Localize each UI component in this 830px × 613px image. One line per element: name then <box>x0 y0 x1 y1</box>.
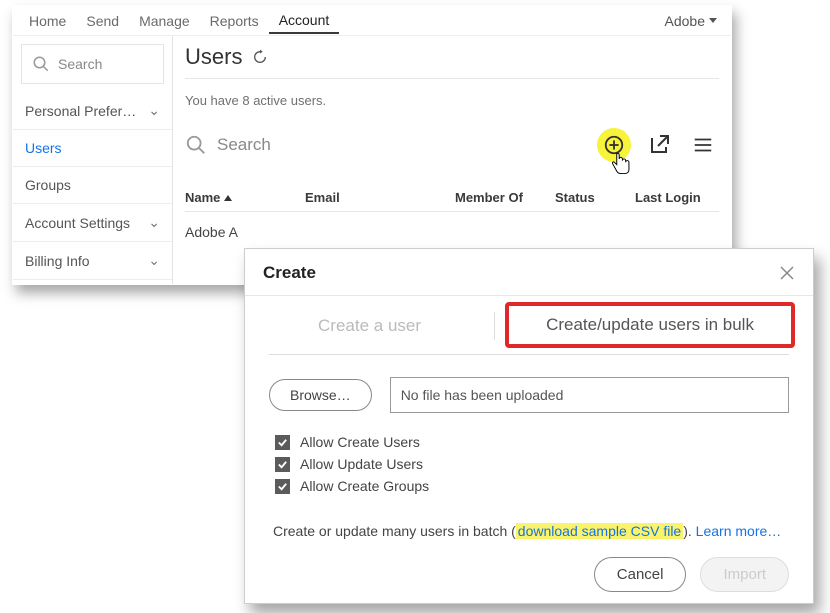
checkbox-checked-icon <box>275 457 290 472</box>
sidebar-item-billing[interactable]: Billing Info ⌄ <box>13 242 172 280</box>
check-label: Allow Create Users <box>300 434 420 450</box>
sidebar-item-users[interactable]: Users <box>13 130 172 167</box>
sidebar-item-preferences[interactable]: Personal Prefer… ⌄ <box>13 92 172 130</box>
table-row[interactable]: Adobe A <box>185 212 719 240</box>
nav-send[interactable]: Send <box>76 9 129 33</box>
sidebar-search[interactable]: Search <box>21 44 164 84</box>
browse-button[interactable]: Browse… <box>269 379 372 411</box>
users-table-header: Name Email Member Of Status Last Login <box>185 190 719 212</box>
users-search-placeholder: Search <box>217 135 271 155</box>
main-panel: Home Send Manage Reports Account Adobe S… <box>12 5 732 285</box>
check-allow-create-groups[interactable]: Allow Create Groups <box>275 475 783 497</box>
tab-bulk-users[interactable]: Create/update users in bulk <box>546 315 754 335</box>
close-button[interactable] <box>779 265 795 281</box>
users-toolbar: Search <box>185 128 719 162</box>
modal-title: Create <box>263 263 316 283</box>
sidebar-item-account-settings[interactable]: Account Settings ⌄ <box>13 204 172 242</box>
content-area: Users You have 8 active users. Search <box>173 36 731 284</box>
chevron-down-icon: ⌄ <box>148 252 160 269</box>
sidebar-item-label: Personal Prefer… <box>25 103 136 119</box>
chevron-down-icon: ⌄ <box>148 102 160 119</box>
tab-create-user[interactable]: Create a user <box>245 306 494 346</box>
sidebar-search-placeholder: Search <box>58 56 102 72</box>
col-name[interactable]: Name <box>185 190 305 205</box>
export-icon <box>647 133 671 157</box>
sidebar: Search Personal Prefer… ⌄ Users Groups A… <box>13 36 173 284</box>
cancel-button[interactable]: Cancel <box>594 557 687 592</box>
page-title: Users <box>185 44 242 70</box>
tab-bulk-highlight: Create/update users in bulk <box>505 302 795 348</box>
checkbox-checked-icon <box>275 479 290 494</box>
sidebar-item-label: Account Settings <box>25 215 130 231</box>
nav-reports[interactable]: Reports <box>200 9 269 33</box>
file-status-box: No file has been uploaded <box>390 377 789 413</box>
check-label: Allow Update Users <box>300 456 423 472</box>
check-allow-create-users[interactable]: Allow Create Users <box>275 431 783 453</box>
search-icon <box>32 55 50 73</box>
check-allow-update-users[interactable]: Allow Update Users <box>275 453 783 475</box>
bulk-info-text: Create or update many users in batch (do… <box>245 507 813 547</box>
active-users-hint: You have 8 active users. <box>185 93 719 108</box>
col-email[interactable]: Email <box>305 190 455 205</box>
sidebar-item-label: Billing Info <box>25 253 90 269</box>
nav-account[interactable]: Account <box>269 8 340 34</box>
nav-manage[interactable]: Manage <box>129 9 200 33</box>
col-status[interactable]: Status <box>555 190 635 205</box>
add-user-button[interactable] <box>597 128 631 162</box>
page-title-row: Users <box>185 44 719 70</box>
col-last-login[interactable]: Last Login <box>635 190 715 205</box>
import-button[interactable]: Import <box>700 557 789 592</box>
cell-name: Adobe A <box>185 224 238 240</box>
sidebar-item-label: Groups <box>25 177 71 193</box>
plus-circle-icon <box>603 134 625 156</box>
check-label: Allow Create Groups <box>300 478 429 494</box>
refresh-icon[interactable] <box>252 49 268 65</box>
brand-menu[interactable]: Adobe <box>657 13 725 29</box>
learn-more-link[interactable]: Learn more… <box>696 523 782 539</box>
col-member-of[interactable]: Member Of <box>455 190 555 205</box>
menu-button[interactable] <box>687 129 719 161</box>
search-icon <box>185 134 207 156</box>
top-nav: Home Send Manage Reports Account Adobe <box>13 6 731 36</box>
nav-home[interactable]: Home <box>19 9 76 33</box>
hamburger-icon <box>692 134 714 156</box>
sidebar-item-groups[interactable]: Groups <box>13 167 172 204</box>
close-icon <box>779 265 795 281</box>
chevron-down-icon <box>709 18 717 23</box>
sort-asc-icon <box>224 195 232 201</box>
users-search[interactable]: Search <box>185 134 585 156</box>
options-checklist: Allow Create Users Allow Update Users Al… <box>245 421 813 507</box>
checkbox-checked-icon <box>275 435 290 450</box>
brand-label: Adobe <box>665 13 705 29</box>
download-sample-link[interactable]: download sample CSV file <box>516 523 683 539</box>
create-modal: Create Create a user Create/update users… <box>244 248 814 604</box>
sidebar-item-label: Users <box>25 140 62 156</box>
export-button[interactable] <box>643 129 675 161</box>
chevron-down-icon: ⌄ <box>148 214 160 231</box>
modal-tabs: Create a user Create/update users in bul… <box>245 296 813 350</box>
